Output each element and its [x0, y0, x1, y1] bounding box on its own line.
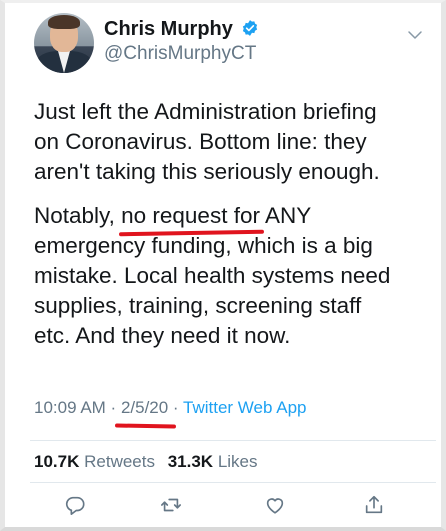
- chevron-down-icon[interactable]: [406, 26, 424, 44]
- retweet-icon[interactable]: [160, 494, 182, 516]
- tweet-stats: 10.7K Retweets 31.3K Likes: [34, 452, 258, 472]
- divider: [30, 440, 436, 441]
- tweet-source-link[interactable]: Twitter Web App: [183, 398, 306, 417]
- likes-stat[interactable]: 31.3K Likes: [168, 452, 258, 471]
- tweet-card: Chris Murphy @ChrisMurphyCT Just left th…: [0, 0, 446, 531]
- likes-count: 31.3K: [167, 452, 214, 471]
- meta-separator: ·: [168, 398, 184, 417]
- likes-label: Likes: [217, 452, 258, 471]
- avatar[interactable]: [34, 13, 94, 73]
- avatar-hair: [48, 15, 80, 29]
- meta-separator: ·: [105, 398, 121, 417]
- verified-badge-icon: [241, 19, 259, 37]
- author-name[interactable]: Chris Murphy: [104, 18, 259, 41]
- reply-icon[interactable]: [64, 494, 86, 516]
- tweet-paragraph-1: Just left the Administration briefing on…: [34, 99, 380, 184]
- share-icon[interactable]: [363, 494, 385, 516]
- retweets-stat[interactable]: 10.7K Retweets: [34, 452, 155, 471]
- like-heart-icon[interactable]: [264, 494, 286, 516]
- red-underlined-phrase: no request for: [121, 201, 260, 231]
- tweet-time[interactable]: 10:09 AM: [34, 398, 106, 417]
- tweet-paragraph-2: Notably, no request for ANY emergency fu…: [34, 201, 424, 351]
- tweet-date[interactable]: 2/5/20: [121, 398, 168, 418]
- tweet-text: Just left the Administration briefing on…: [34, 97, 424, 365]
- retweets-label: Retweets: [84, 452, 155, 471]
- tweet-metadata: 10:09 AM · 2/5/20 · Twitter Web App: [34, 398, 306, 418]
- tweet-paragraph-2-start: Notably,: [34, 203, 122, 228]
- author-name-text: Chris Murphy: [104, 18, 233, 40]
- retweets-count: 10.7K: [34, 452, 80, 471]
- tweet-actions: [0, 490, 446, 520]
- divider: [30, 482, 436, 483]
- author-handle[interactable]: @ChrisMurphyCT: [104, 43, 256, 65]
